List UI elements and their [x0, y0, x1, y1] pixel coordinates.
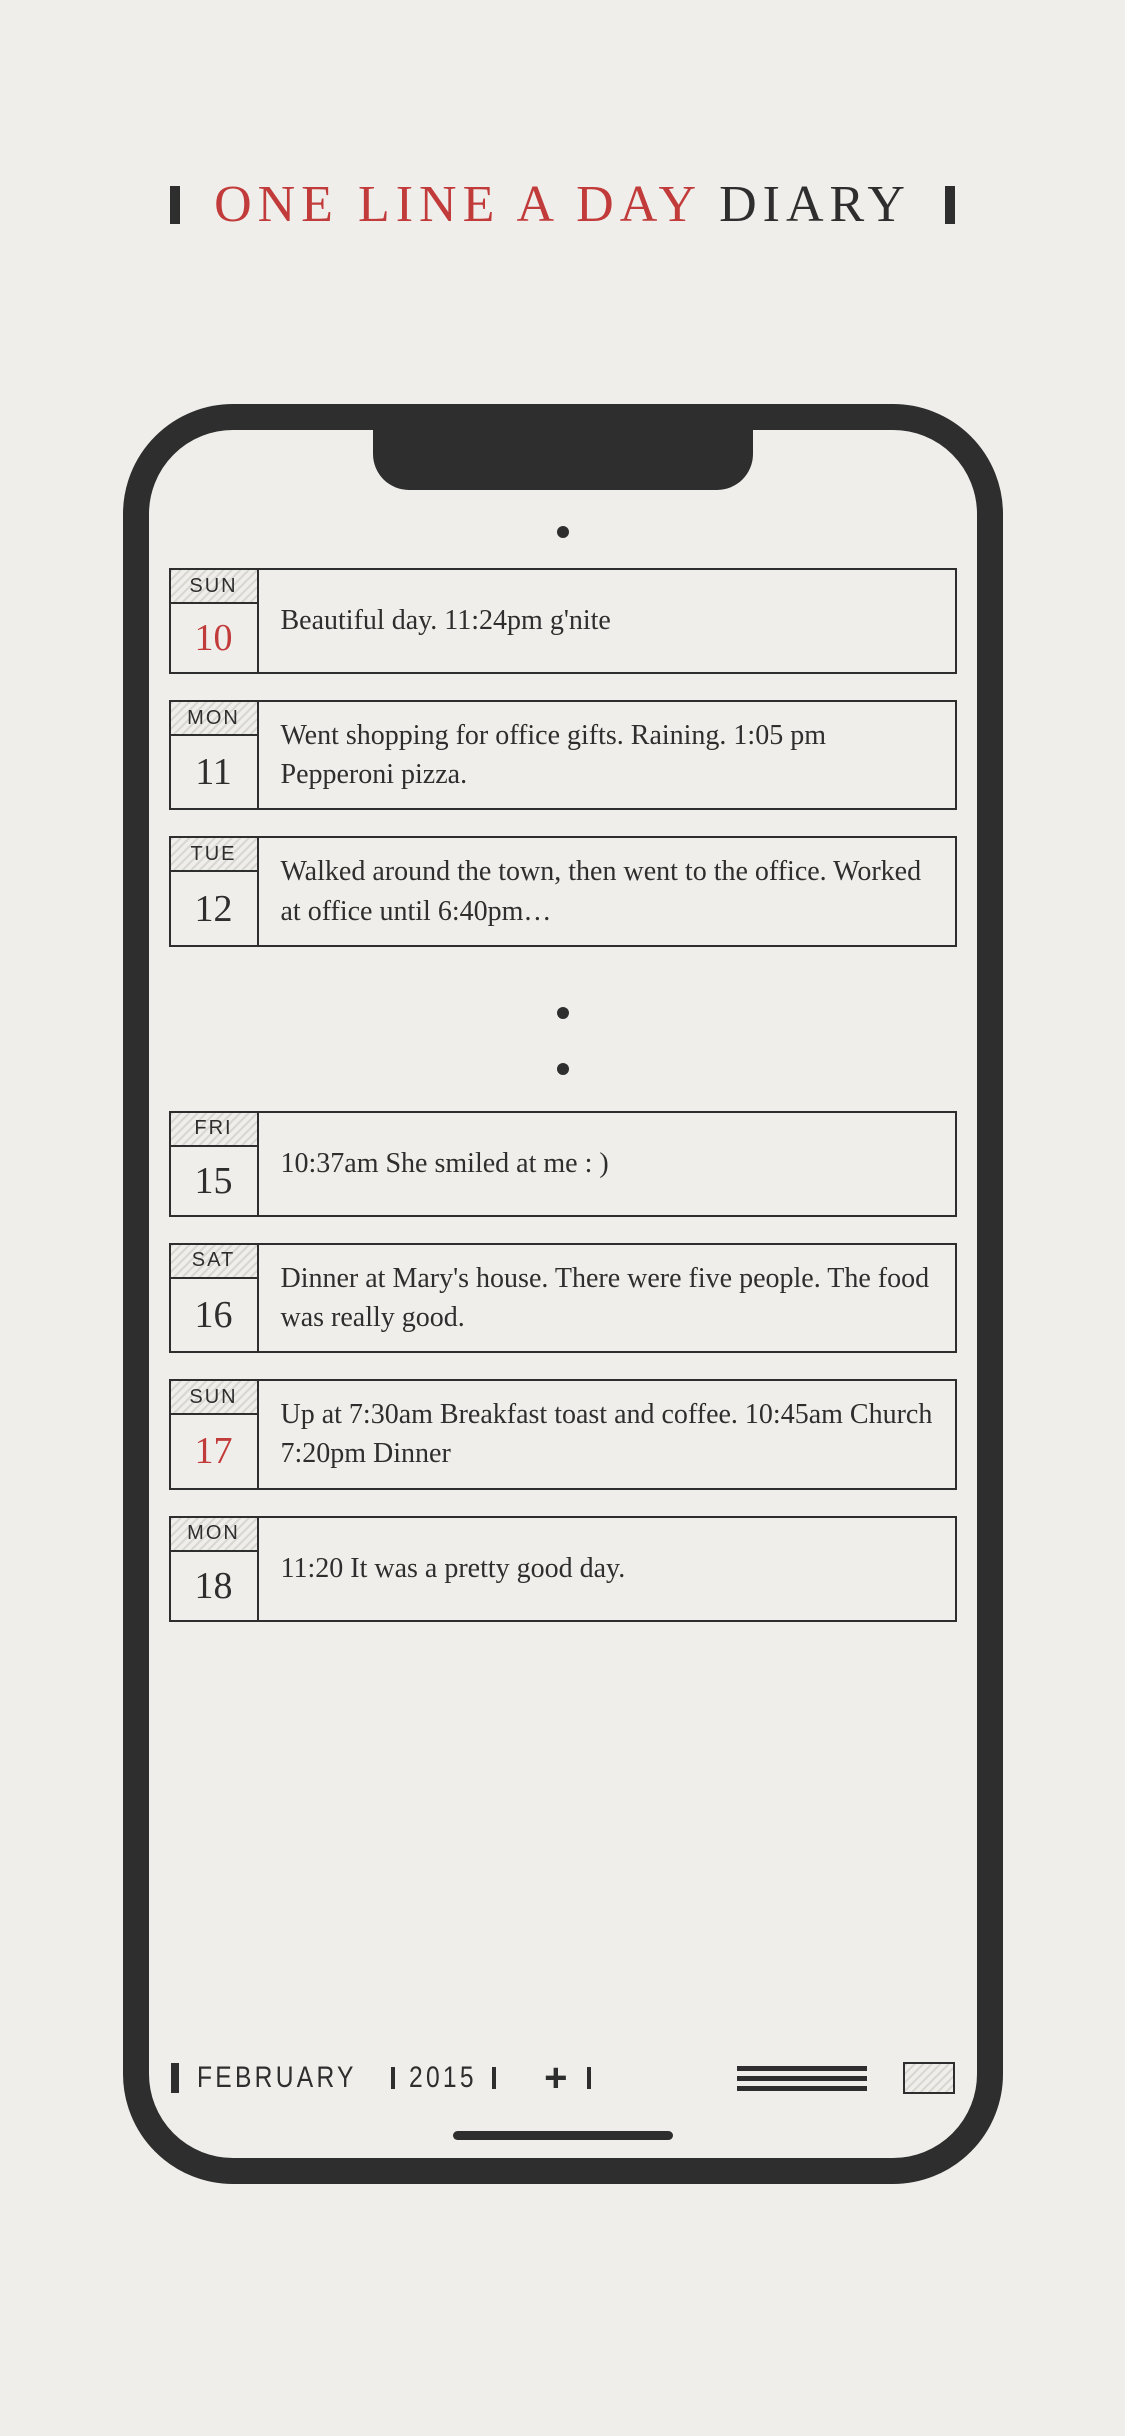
- day-number: 16: [171, 1279, 257, 1351]
- date-cell: FRI 15: [171, 1113, 259, 1215]
- home-indicator[interactable]: [453, 2131, 673, 2140]
- year-label[interactable]: 2015: [409, 2061, 477, 2095]
- toolbar-ornament-icon: [171, 2063, 179, 2093]
- weekday-label: MON: [171, 702, 257, 736]
- entry-text: 10:37am She smiled at me : ): [259, 1113, 955, 1215]
- diary-entry[interactable]: MON 11 Went shopping for office gifts. R…: [169, 700, 957, 810]
- entry-text: 11:20 It was a pretty good day.: [259, 1518, 955, 1620]
- list-icon: [737, 2066, 867, 2071]
- entry-text: Went shopping for office gifts. Raining.…: [259, 702, 955, 808]
- month-label[interactable]: FEBRUARY: [197, 2061, 357, 2095]
- add-entry-button[interactable]: +: [544, 2058, 567, 2098]
- entry-text: Walked around the town, then went to the…: [259, 838, 955, 944]
- entry-text: Up at 7:30am Breakfast toast and coffee.…: [259, 1381, 955, 1487]
- diary-entry[interactable]: FRI 15 10:37am She smiled at me : ): [169, 1111, 957, 1217]
- separator-icon: [587, 2067, 591, 2089]
- weekday-label: SUN: [171, 1381, 257, 1415]
- diary-entry[interactable]: SUN 17 Up at 7:30am Breakfast toast and …: [169, 1379, 957, 1489]
- diary-entry[interactable]: SAT 16 Dinner at Mary's house. There wer…: [169, 1243, 957, 1353]
- date-cell: MON 18: [171, 1518, 259, 1620]
- weekday-label: FRI: [171, 1113, 257, 1147]
- separator-icon: [391, 2067, 395, 2089]
- day-number: 11: [171, 736, 257, 808]
- weekday-label: SUN: [171, 570, 257, 604]
- date-cell: SUN 10: [171, 570, 259, 672]
- ellipsis-dot-icon: [557, 1007, 569, 1019]
- phone-frame: SUN 10 Beautiful day. 11:24pm g'nite MON…: [123, 404, 1003, 2184]
- day-number: 18: [171, 1552, 257, 1620]
- day-number: 10: [171, 604, 257, 672]
- list-view-button[interactable]: [737, 2066, 867, 2091]
- diary-screen[interactable]: SUN 10 Beautiful day. 11:24pm g'nite MON…: [149, 500, 977, 2038]
- day-number: 17: [171, 1415, 257, 1487]
- entry-text: Beautiful day. 11:24pm g'nite: [259, 570, 955, 672]
- ellipsis-dot-icon: [557, 526, 569, 538]
- date-cell: MON 11: [171, 702, 259, 808]
- diary-entry[interactable]: SUN 10 Beautiful day. 11:24pm g'nite: [169, 568, 957, 674]
- bottom-toolbar: FEBRUARY 2015 +: [171, 2048, 955, 2108]
- title-text: ONE LINE A DAY DIARY: [214, 175, 911, 234]
- title-ornament-right: [945, 186, 955, 224]
- separator-icon: [492, 2067, 496, 2089]
- diary-entry[interactable]: TUE 12 Walked around the town, then went…: [169, 836, 957, 946]
- date-cell: TUE 12: [171, 838, 259, 944]
- weekday-label: SAT: [171, 1245, 257, 1279]
- weekday-label: MON: [171, 1518, 257, 1552]
- list-icon: [737, 2076, 867, 2081]
- title-ornament-left: [170, 186, 180, 224]
- day-number: 12: [171, 872, 257, 944]
- page-title: ONE LINE A DAY DIARY: [170, 175, 955, 234]
- date-cell: SAT 16: [171, 1245, 259, 1351]
- diary-entry[interactable]: MON 18 11:20 It was a pretty good day.: [169, 1516, 957, 1622]
- date-cell: SUN 17: [171, 1381, 259, 1487]
- weekday-label: TUE: [171, 838, 257, 872]
- ellipsis-dot-icon: [557, 1063, 569, 1075]
- list-icon: [737, 2086, 867, 2091]
- day-number: 15: [171, 1147, 257, 1215]
- title-part2: DIARY: [719, 176, 911, 233]
- title-part1: ONE LINE A DAY: [214, 176, 700, 233]
- calendar-view-button[interactable]: [903, 2062, 955, 2094]
- phone-notch: [373, 428, 753, 490]
- entry-text: Dinner at Mary's house. There were five …: [259, 1245, 955, 1351]
